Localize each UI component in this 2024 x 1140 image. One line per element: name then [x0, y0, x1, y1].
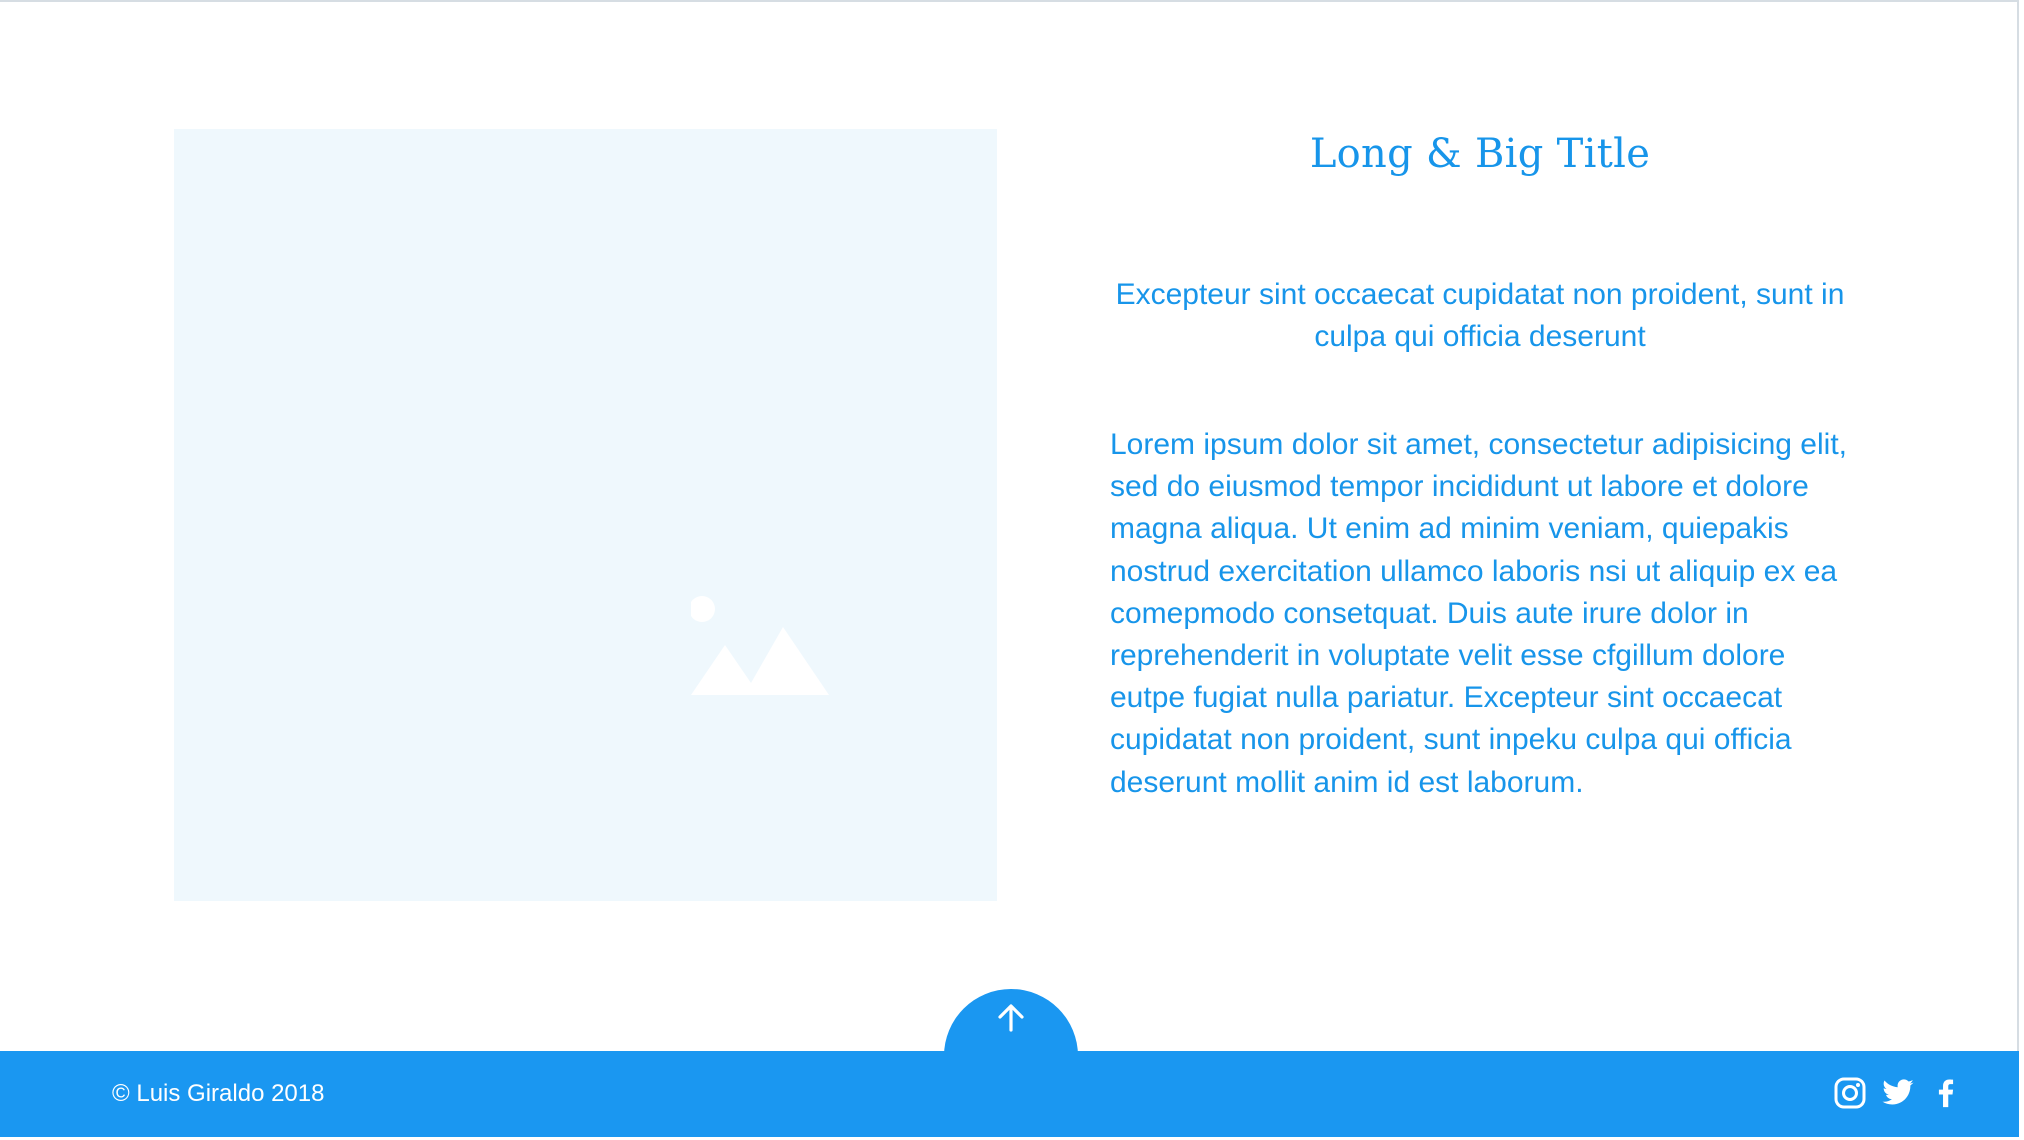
copyright-text: © Luis Giraldo 2018 [112, 1080, 325, 1107]
instagram-icon [1834, 1077, 1866, 1109]
twitter-icon [1882, 1079, 1914, 1105]
hero-image [174, 129, 997, 901]
social-links [1833, 1076, 1963, 1110]
hero-body-text: Lorem ipsum dolor sit amet, consectetur … [1110, 428, 1847, 799]
hero-subtitle: Excepteur sint occaecat cupidatat non pr… [1115, 278, 1845, 353]
facebook-icon [1938, 1079, 1954, 1108]
arrow-up-icon [998, 1004, 1024, 1032]
twitter-link[interactable] [1881, 1076, 1915, 1110]
footer: © Luis Giraldo 2018 [0, 1051, 2019, 1137]
image-placeholder-icon [691, 596, 829, 695]
hero-content: Long & Big Title Excepteur sint occaecat… [1110, 120, 1850, 804]
instagram-link[interactable] [1833, 1076, 1867, 1110]
facebook-link[interactable] [1929, 1076, 1963, 1110]
page-title: Long & Big Title [1309, 131, 1651, 177]
